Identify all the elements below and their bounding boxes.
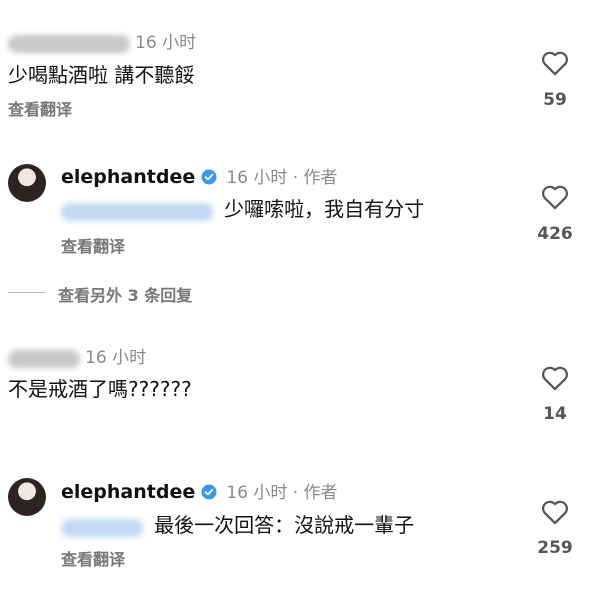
heart-outline-icon[interactable] (541, 499, 569, 525)
like-count: 14 (543, 404, 567, 424)
verified-badge-icon (201, 169, 217, 185)
heart-outline-icon[interactable] (541, 365, 569, 391)
comment-time: 16 小时 · 作者 (226, 168, 338, 188)
comment-text: 少囉嗦啦，我自有分寸 (224, 197, 425, 221)
comment-1-header: 16 小时 (8, 28, 196, 53)
comment-4-header: elephantdee 16 小时 · 作者 (61, 478, 338, 503)
comment-text: 最後一次回答：沒說戒一輩子 (154, 513, 415, 537)
comment-text: 不是戒酒了嗎?????? (8, 377, 192, 401)
blurred-mention[interactable] (61, 518, 143, 537)
avatar[interactable] (8, 164, 46, 202)
blurred-mention[interactable] (61, 202, 213, 221)
avatar[interactable] (8, 478, 46, 516)
blurred-username (8, 349, 80, 368)
comment-4-body: 最後一次回答：沒說戒一輩子 (61, 509, 414, 538)
like-count: 59 (543, 90, 567, 110)
view-more-replies[interactable]: 查看另外 3 条回复 (58, 282, 192, 306)
comment-time: 16 小时 (135, 33, 197, 53)
translate-link[interactable]: 查看翻译 (8, 96, 72, 120)
comment-time: 16 小时 · 作者 (226, 483, 338, 503)
translate-link[interactable]: 查看翻译 (61, 233, 125, 257)
blurred-username (8, 34, 130, 53)
comment-time: 16 小时 (85, 348, 147, 368)
like-count: 259 (537, 538, 573, 558)
comment-3-header: 16 小时 (8, 343, 146, 368)
translate-link[interactable]: 查看翻译 (61, 546, 125, 570)
comment-text: 少喝點酒啦 講不聽餒 (8, 63, 195, 87)
username[interactable]: elephantdee (61, 481, 195, 503)
heart-outline-icon[interactable] (541, 50, 569, 76)
heart-outline-icon[interactable] (541, 184, 569, 210)
comment-2-body: 少囉嗦啦，我自有分寸 (61, 193, 424, 222)
replies-divider (8, 292, 46, 293)
verified-badge-icon (201, 484, 217, 500)
username[interactable]: elephantdee (61, 166, 195, 188)
comment-2-header: elephantdee 16 小时 · 作者 (61, 163, 338, 188)
like-count: 426 (537, 224, 573, 244)
